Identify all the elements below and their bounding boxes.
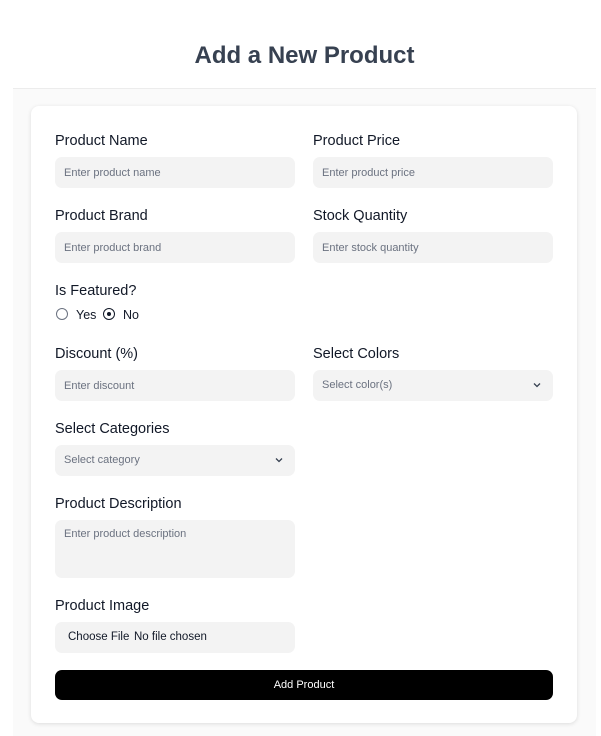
stock-quantity-label: Stock Quantity: [313, 208, 408, 224]
is-featured-label: Is Featured?: [55, 283, 137, 299]
chevron-down-icon: [275, 458, 283, 463]
product-price-input[interactable]: [313, 157, 553, 188]
page-title: Add a New Product: [194, 42, 415, 69]
categories-select[interactable]: Select category: [55, 445, 295, 476]
product-brand-input[interactable]: [55, 232, 295, 263]
product-description-input[interactable]: [55, 520, 295, 578]
categories-select-value: Select category: [64, 454, 140, 466]
product-name-label: Product Name: [55, 133, 148, 149]
colors-select[interactable]: Select color(s): [313, 370, 553, 401]
product-price-label: Product Price: [313, 133, 401, 149]
featured-yes-radio[interactable]: [56, 308, 68, 320]
stock-quantity-input[interactable]: [313, 232, 553, 263]
product-brand-label: Product Brand: [55, 208, 148, 224]
page: Add a New Product Product Name Product P…: [13, 0, 596, 736]
product-description-label: Product Description: [55, 496, 182, 512]
product-form: Product Name Product Price Product Brand…: [31, 106, 577, 723]
select-colors-label: Select Colors: [313, 346, 400, 362]
product-image-file-input[interactable]: Choose File No file chosen: [55, 622, 295, 653]
add-product-button[interactable]: Add Product: [55, 670, 553, 700]
discount-input[interactable]: [55, 370, 295, 401]
file-status: No file chosen: [134, 631, 207, 643]
select-categories-label: Select Categories: [55, 421, 170, 437]
featured-yes-label: Yes: [76, 308, 97, 322]
choose-file-button[interactable]: Choose File: [68, 630, 129, 644]
featured-no-radio[interactable]: [103, 308, 115, 320]
discount-label: Discount (%): [55, 346, 138, 362]
chevron-down-icon: [533, 383, 541, 388]
product-name-input[interactable]: [55, 157, 295, 188]
page-header: Add a New Product: [13, 0, 596, 89]
product-image-label: Product Image: [55, 598, 150, 614]
colors-select-value: Select color(s): [322, 379, 393, 391]
featured-no-label: No: [123, 308, 139, 322]
